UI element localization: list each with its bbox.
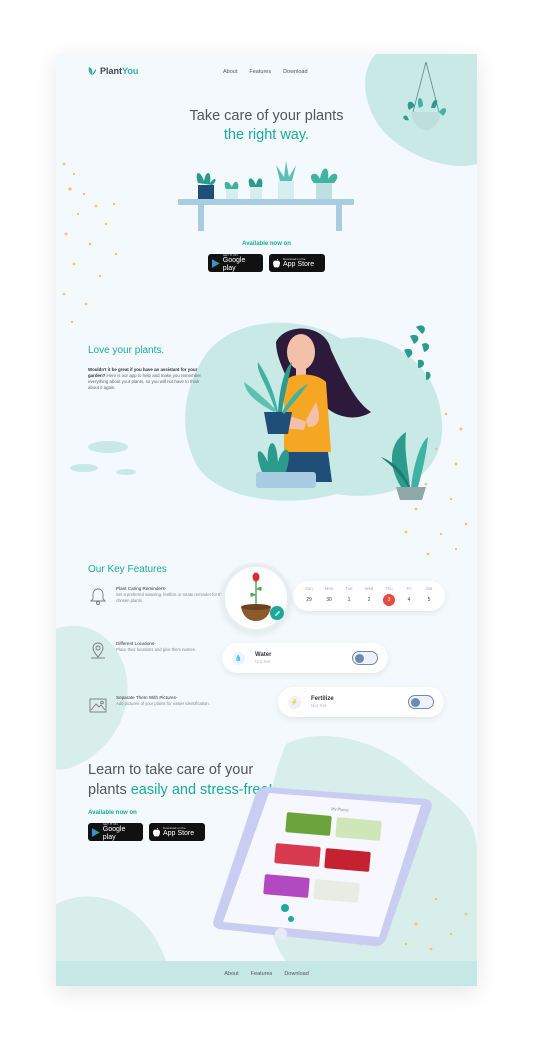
calendar-day[interactable]: Fri 4 — [403, 586, 415, 606]
leaf-logo-icon — [88, 67, 96, 75]
day-date: 4 — [407, 597, 411, 603]
learn-available-label: Available now on — [88, 810, 137, 816]
feature-description: Add pictures of your plants for easier i… — [116, 701, 210, 706]
love-plants-body-rest: Here is our app to help and make you rem… — [88, 373, 201, 390]
apple-icon — [273, 258, 280, 268]
phone-mockup-illustration: My Plants — [213, 787, 432, 947]
brand-name-plant: Plant — [100, 66, 123, 76]
brand-logo[interactable]: Plant You — [87, 66, 138, 76]
day-date: 30 — [326, 597, 332, 603]
love-plants-body: Wouldn't it be great if you have an assi… — [88, 367, 209, 391]
nav-download-link[interactable]: Download — [283, 69, 307, 75]
calendar-day[interactable]: Wed 2 — [363, 586, 375, 606]
day-name: Sat — [425, 586, 433, 591]
calendar-day[interactable]: Sat 5 — [423, 586, 435, 606]
calendar-day[interactable]: Sun 29 — [303, 586, 315, 606]
hero-app-store-button[interactable]: Download on the App Store — [269, 254, 325, 272]
water-label: Water — [255, 652, 272, 658]
fertilize-reminder-card: ⚡ Fertilize Not Set — [278, 687, 444, 717]
feature-description: Set a preferred watering, fertilize or r… — [116, 592, 224, 603]
brand-name-you: You — [122, 66, 139, 76]
learn-title-plain: plants — [88, 782, 131, 798]
day-date: 29 — [306, 597, 312, 603]
calendar-day-selected[interactable]: Thu 3 — [383, 586, 395, 606]
day-date: 2 — [367, 597, 371, 603]
footer-nav: About Features Download — [56, 961, 477, 986]
fertilize-toggle-switch[interactable] — [408, 695, 434, 709]
google-big-text: Google play — [102, 826, 126, 841]
pencil-icon — [274, 610, 280, 616]
feature-item: Plant Caring Reminders- Set a preferred … — [88, 586, 228, 606]
apple-big-text: App Store — [163, 830, 195, 837]
bell-reminder-icon — [89, 588, 107, 605]
fertilize-label: Fertilize — [311, 696, 334, 702]
google-big-text: Google play — [222, 257, 246, 272]
footer-download-link[interactable]: Download — [284, 971, 308, 977]
features-title: Our Key Features — [88, 564, 167, 575]
day-name: Sun — [305, 586, 313, 591]
edit-plant-button[interactable] — [270, 606, 284, 620]
day-name: Thu — [385, 586, 393, 591]
learn-title-line1: Learn to take care of your — [88, 762, 254, 778]
location-pin-icon — [91, 642, 105, 659]
plant-photo-circle — [221, 563, 291, 633]
woman-with-plant-illustration — [244, 325, 431, 500]
apple-big-text: App Store — [283, 261, 315, 268]
picture-gallery-icon — [89, 698, 107, 713]
footer-about-link[interactable]: About — [224, 971, 238, 977]
apple-icon — [153, 827, 160, 837]
play-store-icon — [92, 827, 100, 837]
water-drop-icon: 💧 — [232, 651, 245, 665]
plant-shelf-illustration — [178, 161, 354, 231]
feature-description: Place their locations and give them name… — [116, 647, 196, 652]
fertilize-status: Not Set — [311, 703, 327, 708]
day-name: Mon — [324, 586, 334, 591]
learn-app-store-button[interactable]: Download on the App Store — [149, 823, 205, 841]
love-plants-title: Love your plants. — [88, 345, 165, 356]
water-toggle-switch[interactable] — [352, 651, 378, 665]
hero-google-play-button[interactable]: GET IT ON Google play — [208, 253, 263, 272]
hero-title: Take care of your plants the right way. — [56, 107, 477, 145]
learn-google-play-button[interactable]: GET IT ON Google play — [88, 822, 143, 841]
day-name: Fri — [406, 586, 412, 591]
day-date: 5 — [427, 597, 431, 603]
nav-features-link[interactable]: Features — [249, 69, 271, 75]
water-status: Not Set — [255, 659, 271, 664]
water-reminder-card: 💧 Water Not Set — [222, 643, 388, 673]
hero-available-label: Available now on — [242, 241, 291, 247]
day-name: Wed — [364, 586, 374, 591]
play-store-icon — [212, 258, 220, 268]
calendar-day[interactable]: Mon 30 — [323, 586, 335, 606]
nav-about-link[interactable]: About — [223, 69, 237, 75]
lightning-icon: ⚡ — [288, 695, 301, 709]
hero-title-line2: the right way. — [223, 127, 310, 143]
feature-item: Different Locations- Place their locatio… — [88, 641, 228, 661]
calendar-day[interactable]: Tue 1 — [343, 586, 355, 606]
reminder-calendar-strip: Sun 29 Mon 30 Tue 1 Wed 2 Thu 3 Fri 4 Sat 5 — [293, 581, 445, 611]
hero-title-line1: Take care of your plants — [189, 108, 344, 124]
feature-item: Separate Them With Pictures- Add picture… — [88, 695, 228, 715]
footer-features-link[interactable]: Features — [251, 971, 273, 977]
landing-page: Plant You About Features Download Take ca… — [56, 54, 477, 986]
top-nav: About Features Download — [223, 69, 308, 75]
day-date: 3 — [383, 594, 395, 606]
day-date: 1 — [347, 597, 351, 603]
day-name: Tue — [345, 586, 353, 591]
